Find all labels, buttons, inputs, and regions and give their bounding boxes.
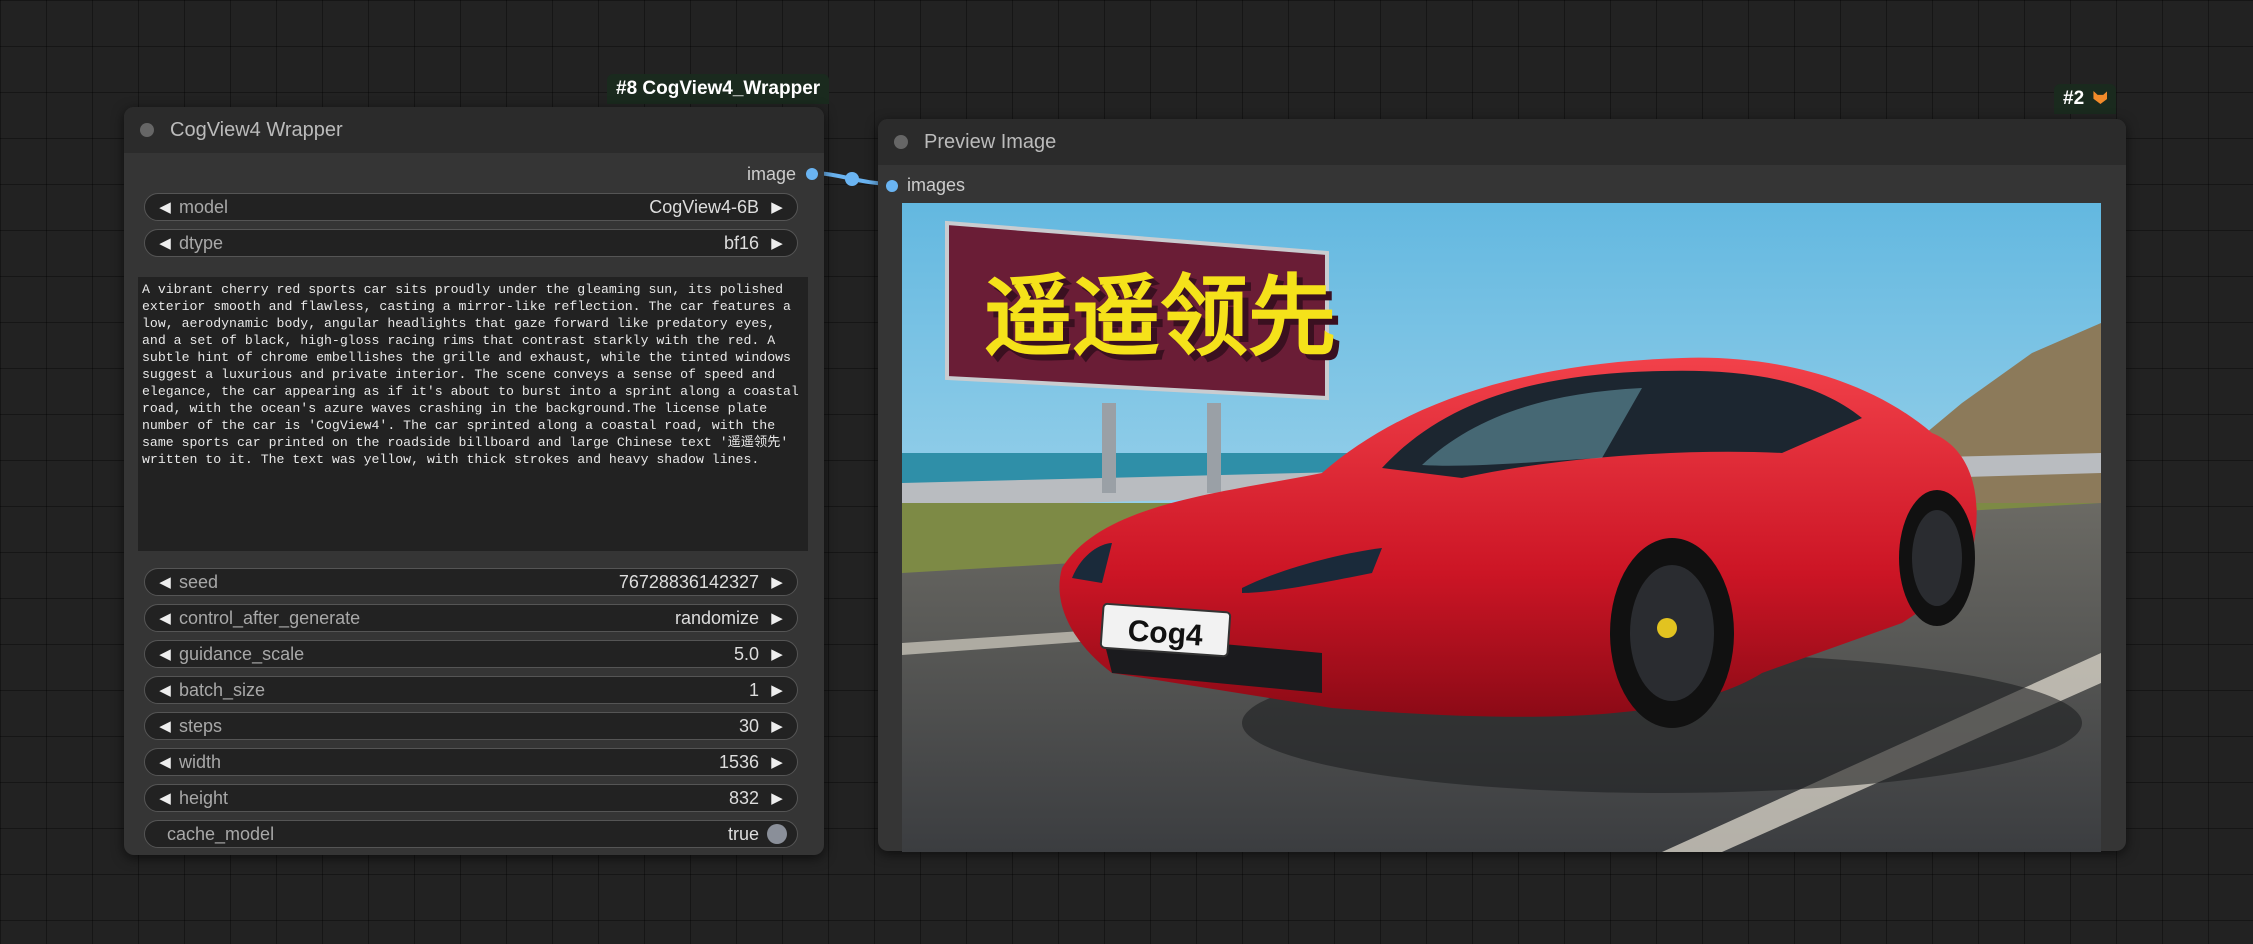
arrow-right-icon[interactable]: ▶ (765, 717, 789, 735)
billboard-text: 遥遥领先 (984, 265, 1336, 368)
widget-value: 76728836142327 (618, 571, 759, 592)
preview-image-node[interactable]: Preview Image images 遥遥领先 遥遥领先 Cog4 (878, 119, 2126, 852)
arrow-left-icon[interactable]: ◀ (153, 198, 177, 216)
arrow-left-icon[interactable]: ◀ (153, 753, 177, 771)
collapse-dot-icon[interactable] (894, 135, 908, 149)
arrow-left-icon[interactable]: ◀ (153, 645, 177, 663)
car-image-graphic: 遥遥领先 遥遥领先 Cog4 (902, 203, 2101, 852)
widget-label: cache_model (167, 823, 275, 844)
badge-text: #2 (2063, 88, 2085, 109)
arrow-left-icon[interactable]: ◀ (153, 717, 177, 735)
widget-value: bf16 (723, 232, 759, 253)
widget-value: 832 (728, 787, 759, 808)
arrow-right-icon[interactable]: ▶ (765, 234, 789, 252)
arrow-left-icon[interactable]: ◀ (153, 573, 177, 591)
batch-size-number[interactable]: ◀ batch_size 1 ▶ (144, 676, 798, 704)
arrow-right-icon[interactable]: ▶ (765, 198, 789, 216)
widget-value: true (727, 823, 759, 844)
arrow-right-icon[interactable]: ▶ (765, 753, 789, 771)
node-header[interactable]: CogView4 Wrapper (124, 107, 824, 153)
node-title: CogView4 Wrapper (170, 118, 343, 141)
steps-number[interactable]: ◀ steps 30 ▶ (144, 712, 798, 740)
fox-icon (2093, 91, 2108, 104)
node-id-badge: #2 (2054, 84, 2117, 114)
height-number[interactable]: ◀ height 832 ▶ (144, 784, 798, 812)
widget-value: 5.0 (733, 643, 759, 664)
node-title: Preview Image (924, 130, 1057, 153)
preview-image[interactable]: 遥遥领先 遥遥领先 Cog4 (902, 203, 2101, 852)
model-combo[interactable]: ◀ model CogView4-6B ▶ (144, 193, 798, 221)
output-slot-dot[interactable] (806, 168, 818, 180)
widget-label: control_after_generate (179, 607, 361, 628)
widget-label: batch_size (179, 679, 266, 700)
plate-text: Cog4 (1127, 614, 1204, 652)
widget-value: 1 (748, 679, 759, 700)
arrow-left-icon[interactable]: ◀ (153, 681, 177, 699)
arrow-right-icon[interactable]: ▶ (765, 609, 789, 627)
arrow-right-icon[interactable]: ▶ (765, 681, 789, 699)
collapse-dot-icon[interactable] (140, 123, 154, 137)
arrow-right-icon[interactable]: ▶ (765, 645, 789, 663)
arrow-right-icon[interactable]: ▶ (765, 789, 789, 807)
widget-label: steps (179, 715, 223, 736)
widget-value: randomize (674, 607, 759, 628)
arrow-left-icon[interactable]: ◀ (153, 234, 177, 252)
output-slot-label: image (746, 164, 796, 184)
control-after-generate-combo[interactable]: ◀ control_after_generate randomize ▶ (144, 604, 798, 632)
widget-value: CogView4-6B (649, 196, 759, 217)
widget-label: model (179, 196, 229, 217)
widget-label: guidance_scale (179, 643, 305, 664)
guidance-scale-number[interactable]: ◀ guidance_scale 5.0 ▶ (144, 640, 798, 668)
width-number[interactable]: ◀ width 1536 ▶ (144, 748, 798, 776)
input-slot-dot[interactable] (886, 180, 898, 192)
widget-label: height (179, 787, 229, 808)
arrow-right-icon[interactable]: ▶ (765, 573, 789, 591)
node-id-badge: #8 CogView4_Wrapper (607, 74, 830, 104)
widget-value: 30 (738, 715, 759, 736)
arrow-left-icon[interactable]: ◀ (153, 789, 177, 807)
widget-label: seed (179, 571, 219, 592)
widget-label: width (179, 751, 222, 772)
toggle-knob-icon[interactable] (767, 824, 787, 844)
cogview4-wrapper-node[interactable]: CogView4 Wrapper image ◀ model CogView4-… (124, 107, 824, 855)
seed-number[interactable]: ◀ seed 76728836142327 ▶ (144, 568, 798, 596)
input-slot-label: images (907, 175, 966, 195)
cache-model-toggle[interactable]: cache_model true (144, 820, 798, 848)
widget-label: dtype (179, 232, 224, 253)
node-header[interactable]: Preview Image (878, 119, 2126, 165)
dtype-combo[interactable]: ◀ dtype bf16 ▶ (144, 229, 798, 257)
arrow-left-icon[interactable]: ◀ (153, 609, 177, 627)
widget-value: 1536 (718, 751, 759, 772)
prompt-textarea[interactable]: A vibrant cherry red sports car sits pro… (138, 277, 808, 551)
